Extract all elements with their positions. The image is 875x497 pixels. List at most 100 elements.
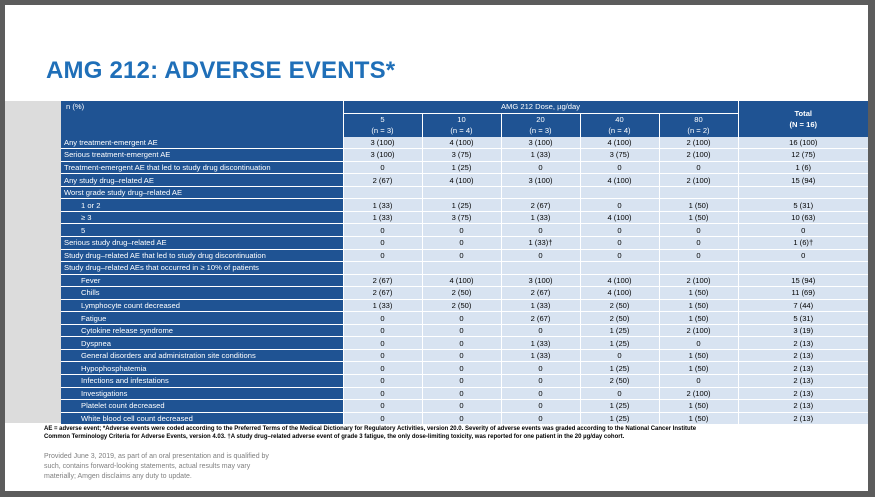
disclaimer-line: materially; Amgen disclaims any duty to … xyxy=(44,473,192,480)
value-cell xyxy=(421,261,501,275)
value-cell: 0 xyxy=(500,161,580,175)
value-cell: 0 xyxy=(500,374,580,388)
table-row: Hypophosphatemia 0 0 0 1 (25) 1 (50) 2 (13) xyxy=(61,361,868,376)
value-cell: 0 xyxy=(579,198,659,212)
header-n-percent: n (%) xyxy=(61,101,343,137)
value-cell xyxy=(421,186,501,200)
value-cell: 0 xyxy=(579,236,659,250)
total-value-cell: 2 (13) xyxy=(737,374,868,388)
value-cell: 0 xyxy=(500,223,580,237)
value-cell: 0 xyxy=(342,349,422,363)
row-label: ≥ 3 xyxy=(61,211,343,225)
table-row: Investigations 0 0 0 0 2 (100) 2 (13) xyxy=(61,387,868,401)
row-label: Serious treatment-emergent AE xyxy=(61,148,343,162)
total-value-cell: 5 (31) xyxy=(737,311,868,325)
value-cell: 1 (25) xyxy=(579,336,659,350)
table-row: Dyspnea 0 0 1 (33) 1 (25) 0 2 (13) xyxy=(61,336,868,350)
value-cell: 4 (100) xyxy=(421,274,501,288)
row-label: Fatigue xyxy=(61,311,343,325)
value-cell: 1 (50) xyxy=(658,286,739,300)
value-cell: 0 xyxy=(342,387,422,401)
value-cell: 0 xyxy=(579,349,659,363)
total-value-cell: 0 xyxy=(737,249,868,263)
table-row: 5000000 xyxy=(61,223,868,237)
row-label: Platelet count decreased xyxy=(61,399,343,413)
header-total-n: (N = 16) xyxy=(789,119,818,129)
header-total: Total (N = 16) xyxy=(737,101,868,137)
total-value-cell: 5 (31) xyxy=(737,198,868,212)
row-label: Cytokine release syndrome xyxy=(61,324,343,338)
value-cell: 1 (33) xyxy=(342,198,422,212)
value-cell: 4 (100) xyxy=(421,136,501,150)
value-cell: 4 (100) xyxy=(579,211,659,225)
row-label: 5 xyxy=(61,223,343,237)
value-cell: 0 xyxy=(658,223,739,237)
value-cell: 2 (50) xyxy=(421,286,501,300)
value-cell: 0 xyxy=(342,374,422,388)
value-cell: 1 (33) xyxy=(342,299,422,313)
value-cell: 0 xyxy=(500,249,580,263)
row-label: Any study drug–related AE xyxy=(61,173,343,187)
value-cell: 1 (50) xyxy=(658,349,739,363)
row-label: Worst grade study drug–related AE xyxy=(61,186,343,200)
value-cell: 3 (75) xyxy=(579,148,659,162)
value-cell: 4 (100) xyxy=(579,274,659,288)
value-cell: 2 (100) xyxy=(658,274,739,288)
value-cell: 1 (50) xyxy=(658,299,739,313)
value-cell: 1 (50) xyxy=(658,399,739,413)
value-cell: 0 xyxy=(500,399,580,413)
table-row: Treatment-emergent AE that led to study … xyxy=(61,161,868,175)
value-cell: 0 xyxy=(579,223,659,237)
value-cell: 2 (67) xyxy=(500,198,580,212)
value-cell xyxy=(579,186,659,200)
value-cell: 0 xyxy=(421,236,501,250)
value-cell: 2 (50) xyxy=(579,299,659,313)
row-label: Chills xyxy=(61,286,343,300)
footnote: AE = adverse event; *Adverse events were… xyxy=(44,425,854,441)
value-cell: 1 (50) xyxy=(658,361,739,376)
slide: AMG 212: ADVERSE EVENTS* n (%) AMG 212 D… xyxy=(5,5,868,491)
value-cell: 3 (100) xyxy=(500,136,580,150)
value-cell: 3 (100) xyxy=(500,173,580,187)
value-cell: 0 xyxy=(500,361,580,376)
value-cell: 0 xyxy=(421,249,501,263)
value-cell: 0 xyxy=(658,161,739,175)
total-value-cell: 10 (63) xyxy=(737,211,868,225)
value-cell: 0 xyxy=(342,412,422,426)
value-cell: 0 xyxy=(421,412,501,426)
header-total-label: Total xyxy=(794,108,813,118)
header-dose-group: AMG 212 Dose, µg/day xyxy=(342,101,739,114)
value-cell: 0 xyxy=(658,249,739,263)
footnote-line: Common Terminology Criteria for Adverse … xyxy=(44,434,625,440)
value-cell: 2 (67) xyxy=(342,286,422,300)
row-label: Infections and infestations xyxy=(61,374,343,388)
value-cell xyxy=(579,261,659,275)
value-cell: 3 (75) xyxy=(421,211,501,225)
value-cell: 1 (33) xyxy=(500,148,580,162)
value-cell: 0 xyxy=(421,349,501,363)
header-dose-value: 40 xyxy=(579,113,659,126)
value-cell: 1 (25) xyxy=(579,399,659,413)
row-label: Hypophosphatemia xyxy=(61,361,343,376)
header-dose-value: 20 xyxy=(500,113,580,126)
value-cell: 0 xyxy=(421,361,501,376)
row-label: 1 or 2 xyxy=(61,198,343,212)
value-cell: 1 (33) xyxy=(500,299,580,313)
value-cell: 1 (33) xyxy=(500,349,580,363)
total-value-cell: 2 (13) xyxy=(737,361,868,376)
value-cell: 0 xyxy=(342,336,422,350)
slide-title: AMG 212: ADVERSE EVENTS* xyxy=(46,57,396,84)
header-dose-n: (n = 2) xyxy=(658,125,739,137)
value-cell: 0 xyxy=(342,236,422,250)
header-dose-n: (n = 3) xyxy=(500,125,580,137)
value-cell: 1 (33) xyxy=(500,336,580,350)
value-cell: 2 (100) xyxy=(658,387,739,401)
row-label: Study drug–related AEs that occurred in … xyxy=(61,261,343,275)
value-cell: 0 xyxy=(658,336,739,350)
table-row: Serious study drug–related AE 0 0 1 (33)† 0 0… xyxy=(61,236,868,250)
value-cell: 1 (50) xyxy=(658,412,739,426)
header-dose-value: 5 xyxy=(342,113,422,126)
value-cell: 0 xyxy=(342,311,422,325)
value-cell: 2 (50) xyxy=(421,299,501,313)
table-row: Infections and infestations 0 0 0 2 (50) 0 2 (… xyxy=(61,374,868,388)
